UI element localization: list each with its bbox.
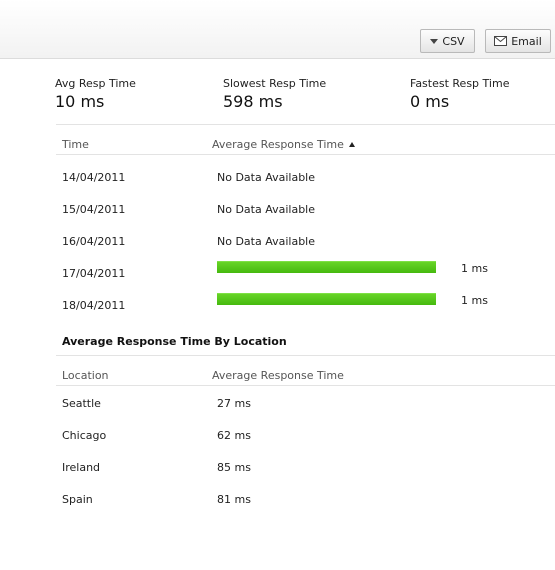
row-date: 16/04/2011 xyxy=(62,235,126,248)
fastest-resp-time-label: Fastest Resp Time xyxy=(410,77,510,90)
location-avg-column-header[interactable]: Average Response Time xyxy=(212,369,344,382)
slowest-resp-time-stat: Slowest Resp Time 598 ms xyxy=(223,77,326,111)
avg-resp-time-value: 10 ms xyxy=(55,92,105,111)
row-status: No Data Available xyxy=(217,203,316,216)
location-name: Spain xyxy=(62,493,93,506)
row-status: No Data Available xyxy=(217,171,316,184)
row-date: 15/04/2011 xyxy=(62,203,126,216)
response-time-bar xyxy=(217,293,436,305)
table-row: 16/04/2011 No Data Available xyxy=(0,228,555,260)
location-name: Seattle xyxy=(62,397,101,410)
bar-value-label: 1 ms xyxy=(461,294,488,307)
row-date: 14/04/2011 xyxy=(62,171,126,184)
email-button[interactable]: Email xyxy=(485,29,551,53)
location-value: 62 ms xyxy=(217,429,251,442)
avg-response-column-header[interactable]: Average Response Time xyxy=(212,138,355,151)
toolbar: CSV Email xyxy=(0,0,555,59)
divider xyxy=(56,124,555,125)
location-value: 81 ms xyxy=(217,493,251,506)
location-row: Spain 81 ms xyxy=(0,491,555,523)
location-name: Chicago xyxy=(62,429,107,442)
email-button-label: Email xyxy=(511,34,542,48)
row-date: 18/04/2011 xyxy=(62,299,126,312)
table-row: 15/04/2011 No Data Available xyxy=(0,196,555,228)
envelope-icon xyxy=(494,36,508,46)
slowest-resp-time-label: Slowest Resp Time xyxy=(223,77,327,90)
avg-response-column-label: Average Response Time xyxy=(212,138,344,151)
row-date: 17/04/2011 xyxy=(62,267,126,280)
csv-export-button[interactable]: CSV xyxy=(420,29,475,53)
section-divider xyxy=(56,355,555,356)
time-column-header[interactable]: Time xyxy=(62,138,89,151)
fastest-resp-time-value: 0 ms xyxy=(410,92,450,111)
location-value: 85 ms xyxy=(217,461,251,474)
table-header-divider xyxy=(56,154,555,155)
location-name: Ireland xyxy=(62,461,101,474)
dropdown-arrow-icon xyxy=(430,38,439,44)
location-section-title: Average Response Time By Location xyxy=(62,335,287,348)
location-row: Seattle 27 ms xyxy=(0,395,555,427)
table-row: 18/04/2011 1 ms xyxy=(0,292,555,324)
bar-value-label: 1 ms xyxy=(461,262,488,275)
csv-button-label: CSV xyxy=(442,34,465,48)
fastest-resp-time-stat: Fastest Resp Time 0 ms xyxy=(410,77,509,111)
location-value: 27 ms xyxy=(217,397,251,410)
slowest-resp-time-value: 598 ms xyxy=(223,92,283,111)
location-row: Chicago 62 ms xyxy=(0,427,555,459)
location-column-header[interactable]: Location xyxy=(62,369,109,382)
location-header-divider xyxy=(56,385,555,386)
table-row: 14/04/2011 No Data Available xyxy=(0,164,555,196)
location-row: Ireland 85 ms xyxy=(0,459,555,491)
row-status: No Data Available xyxy=(217,235,316,248)
response-time-bar xyxy=(217,261,436,273)
avg-resp-time-label: Avg Resp Time xyxy=(55,77,136,90)
sort-ascending-icon xyxy=(348,142,355,147)
avg-resp-time-stat: Avg Resp Time 10 ms xyxy=(55,77,136,111)
table-row: 17/04/2011 1 ms xyxy=(0,260,555,292)
